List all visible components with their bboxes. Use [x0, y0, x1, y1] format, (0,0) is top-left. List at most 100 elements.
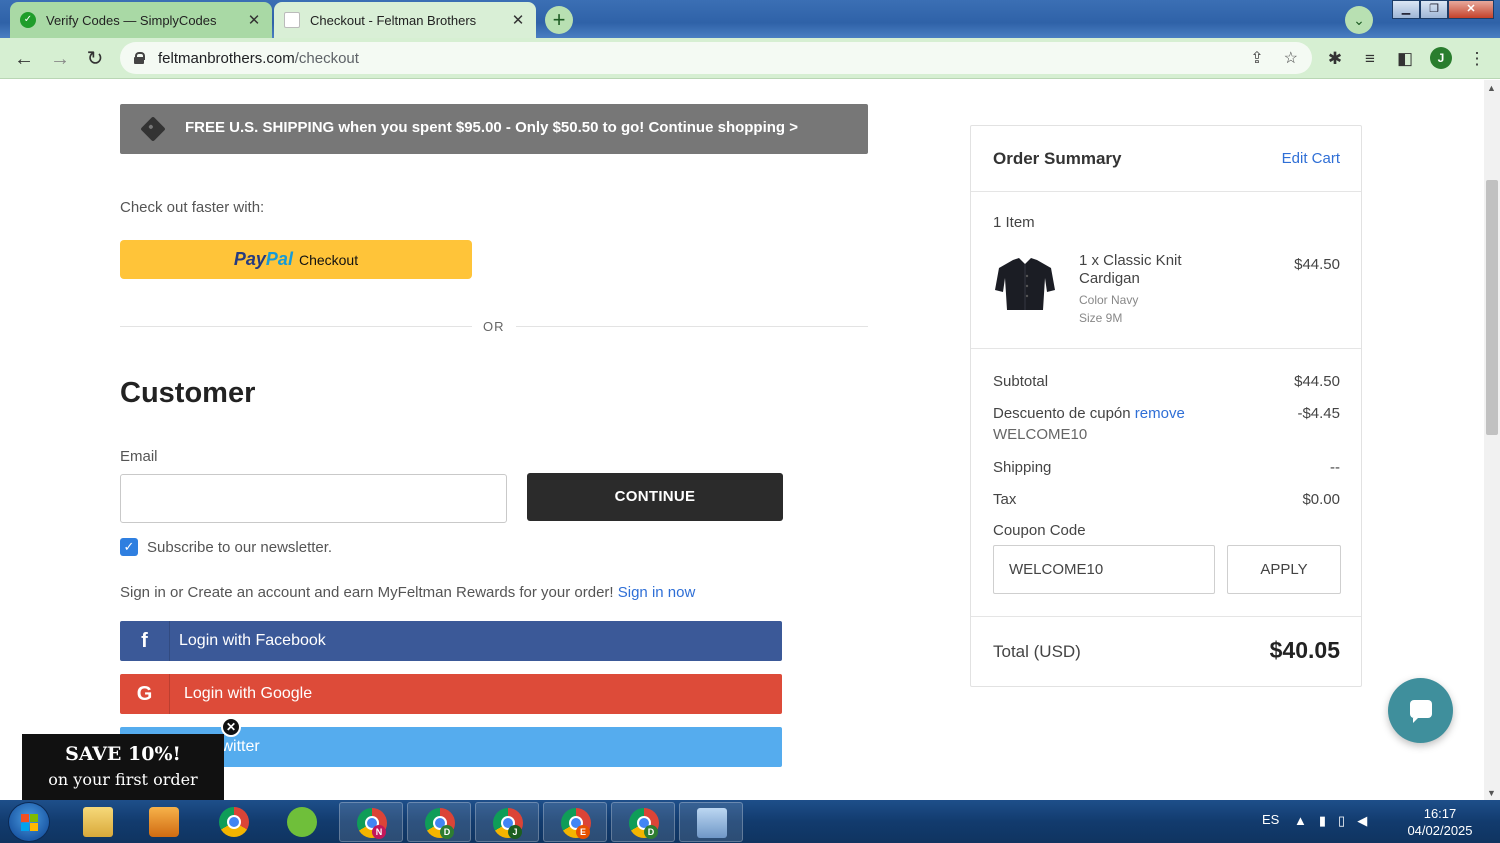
close-window-button[interactable]: ✕ [1448, 0, 1494, 19]
show-hidden-icons-arrow-icon[interactable]: ▲ [1294, 813, 1307, 829]
reading-list-icon[interactable]: ≡ [1358, 47, 1382, 71]
item-name: 1 x Classic Knit Cardigan [1079, 252, 1182, 287]
login-facebook-button[interactable]: f Login with Facebook [120, 621, 782, 661]
free-shipping-text[interactable]: FREE U.S. SHIPPING when you spent $95.00… [185, 119, 798, 136]
lock-icon[interactable] [134, 52, 145, 64]
edit-cart-link[interactable]: Edit Cart [1282, 150, 1340, 167]
tab-checkout[interactable]: Checkout - Feltman Brothers ✕ [274, 2, 536, 38]
chrome-icon [219, 807, 249, 837]
taskbar-explorer[interactable] [66, 802, 130, 842]
taskbar-chrome-profile-e[interactable]: E [543, 802, 607, 842]
profile-badge: E [576, 825, 590, 839]
discount-row: Descuento de cupón remove [993, 405, 1185, 422]
windows-taskbar: N D J E D ES ▲ ▮ ▯ ◀ 16:17 04/02/2025 [0, 800, 1500, 843]
start-button[interactable] [8, 802, 50, 842]
facebook-icon: f [120, 621, 170, 661]
language-indicator[interactable]: ES [1262, 812, 1279, 827]
chat-bubble-icon [1410, 700, 1432, 723]
taskbar-chrome-profile-j[interactable]: J [475, 802, 539, 842]
new-tab-button[interactable]: + [545, 6, 573, 34]
coupon-code-label: Coupon Code [993, 522, 1086, 539]
back-arrow-icon[interactable]: ← [11, 46, 37, 72]
free-shipping-banner[interactable]: FREE U.S. SHIPPING when you spent $95.00… [120, 104, 868, 154]
battery-icon[interactable]: ▯ [1338, 813, 1345, 829]
address-bar-actions: ⇪ ☆ [1250, 48, 1298, 68]
item-price: $44.50 [1294, 256, 1340, 273]
apply-coupon-button[interactable]: APPLY [1227, 545, 1341, 594]
close-icon[interactable]: ✕ [510, 11, 526, 29]
taskbar-media-player[interactable] [132, 802, 196, 842]
chat-button[interactable] [1388, 678, 1453, 743]
remove-coupon-link[interactable]: remove [1135, 405, 1185, 422]
profile-badge: J [508, 825, 522, 839]
forward-arrow-icon[interactable]: → [47, 46, 73, 72]
newsletter-checkbox[interactable]: ✓ [120, 538, 138, 556]
popup-subtitle: on your first order [48, 770, 198, 789]
taskbar-chrome-profile-d2[interactable]: D [611, 802, 675, 842]
paypal-logo: PayPal [233, 249, 293, 269]
tab-search-chevron-icon[interactable]: ⌄ [1345, 6, 1373, 34]
taskbar-chrome[interactable] [202, 802, 266, 842]
system-clock[interactable]: 16:17 04/02/2025 [1400, 805, 1480, 839]
continue-button[interactable]: CONTINUE [527, 473, 783, 521]
taskbar-app[interactable] [270, 802, 334, 842]
scroll-up-arrow-icon[interactable]: ▲ [1487, 83, 1496, 93]
item-color: Color Navy [1079, 293, 1139, 307]
subtotal-value: $44.50 [1294, 373, 1340, 390]
media-player-icon [149, 807, 179, 837]
customer-heading: Customer [120, 377, 256, 409]
save-10-popup[interactable]: SAVE 10%! on your first order [22, 734, 224, 800]
reload-icon[interactable]: ↻ [82, 46, 108, 72]
paypal-checkout-button[interactable]: PayPal Checkout [120, 240, 472, 279]
address-bar[interactable]: feltmanbrothers.com/checkout ⇪ ☆ [120, 42, 1312, 74]
taskbar-network-app[interactable] [679, 802, 743, 842]
taskbar-chrome-profile-d[interactable]: D [407, 802, 471, 842]
checkout-faster-label: Check out faster with: [120, 199, 265, 216]
side-panel-icon[interactable]: ◧ [1393, 47, 1417, 71]
signal-icon[interactable]: ▮ [1319, 813, 1326, 829]
total-value: $40.05 [1269, 637, 1340, 663]
close-icon[interactable]: ✕ [246, 11, 262, 29]
more-menu-icon[interactable]: ⋮ [1465, 47, 1489, 71]
newsletter-label: Subscribe to our newsletter. [147, 539, 333, 556]
sign-in-now-link[interactable]: Sign in now [618, 584, 696, 601]
popup-close-icon[interactable]: ✕ [221, 717, 241, 737]
extensions-puzzle-icon[interactable]: ✱ [1323, 47, 1347, 71]
profile-badge: N [372, 825, 386, 839]
url-host: feltmanbrothers.com [158, 49, 295, 67]
tab-simplycodes[interactable]: ✓ Verify Codes — SimplyCodes ✕ [10, 2, 272, 38]
rewards-signin-text: Sign in or Create an account and earn My… [120, 584, 695, 601]
browser-tab-bar: ✓ Verify Codes — SimplyCodes ✕ Checkout … [0, 0, 1500, 38]
bookmark-star-icon[interactable]: ☆ [1284, 48, 1298, 68]
coupon-code-field[interactable]: WELCOME10 [993, 545, 1215, 594]
scroll-down-arrow-icon[interactable]: ▼ [1487, 788, 1496, 798]
login-google-button[interactable]: G Login with Google [120, 674, 782, 714]
total-label: Total (USD) [993, 642, 1081, 661]
volume-icon[interactable]: ◀ [1357, 813, 1367, 829]
maximize-button[interactable]: ❐ [1420, 0, 1448, 19]
or-separator: OR [483, 319, 505, 334]
minimize-button[interactable]: ▁ [1392, 0, 1420, 19]
scrollbar-thumb[interactable] [1486, 180, 1498, 435]
google-icon: G [120, 674, 170, 714]
share-icon[interactable]: ⇪ [1250, 48, 1263, 68]
tab-title: Checkout - Feltman Brothers [310, 12, 477, 28]
shipping-label: Shipping [993, 459, 1052, 476]
discount-label: Descuento de cupón [993, 405, 1131, 422]
clock-date: 04/02/2025 [1407, 823, 1473, 838]
order-summary-title: Order Summary [993, 149, 1122, 168]
windows-logo-icon [21, 814, 39, 832]
page-scrollbar[interactable]: ▲ ▼ [1484, 80, 1500, 800]
rewards-text: Sign in or Create an account and earn My… [120, 584, 614, 601]
tab-title: Verify Codes — SimplyCodes [46, 12, 217, 28]
popup-title: SAVE 10%! [65, 743, 181, 765]
window-controls: ▁ ❐ ✕ [1392, 0, 1494, 20]
taskbar-chrome-profile-n[interactable]: N [339, 802, 403, 842]
profile-avatar[interactable]: J [1430, 47, 1452, 69]
google-label: Login with Google [184, 685, 313, 702]
discount-value: -$4.45 [1297, 405, 1340, 422]
tax-label: Tax [993, 491, 1017, 508]
email-field[interactable] [120, 474, 507, 523]
email-label: Email [120, 448, 158, 465]
computer-icon [697, 808, 727, 838]
